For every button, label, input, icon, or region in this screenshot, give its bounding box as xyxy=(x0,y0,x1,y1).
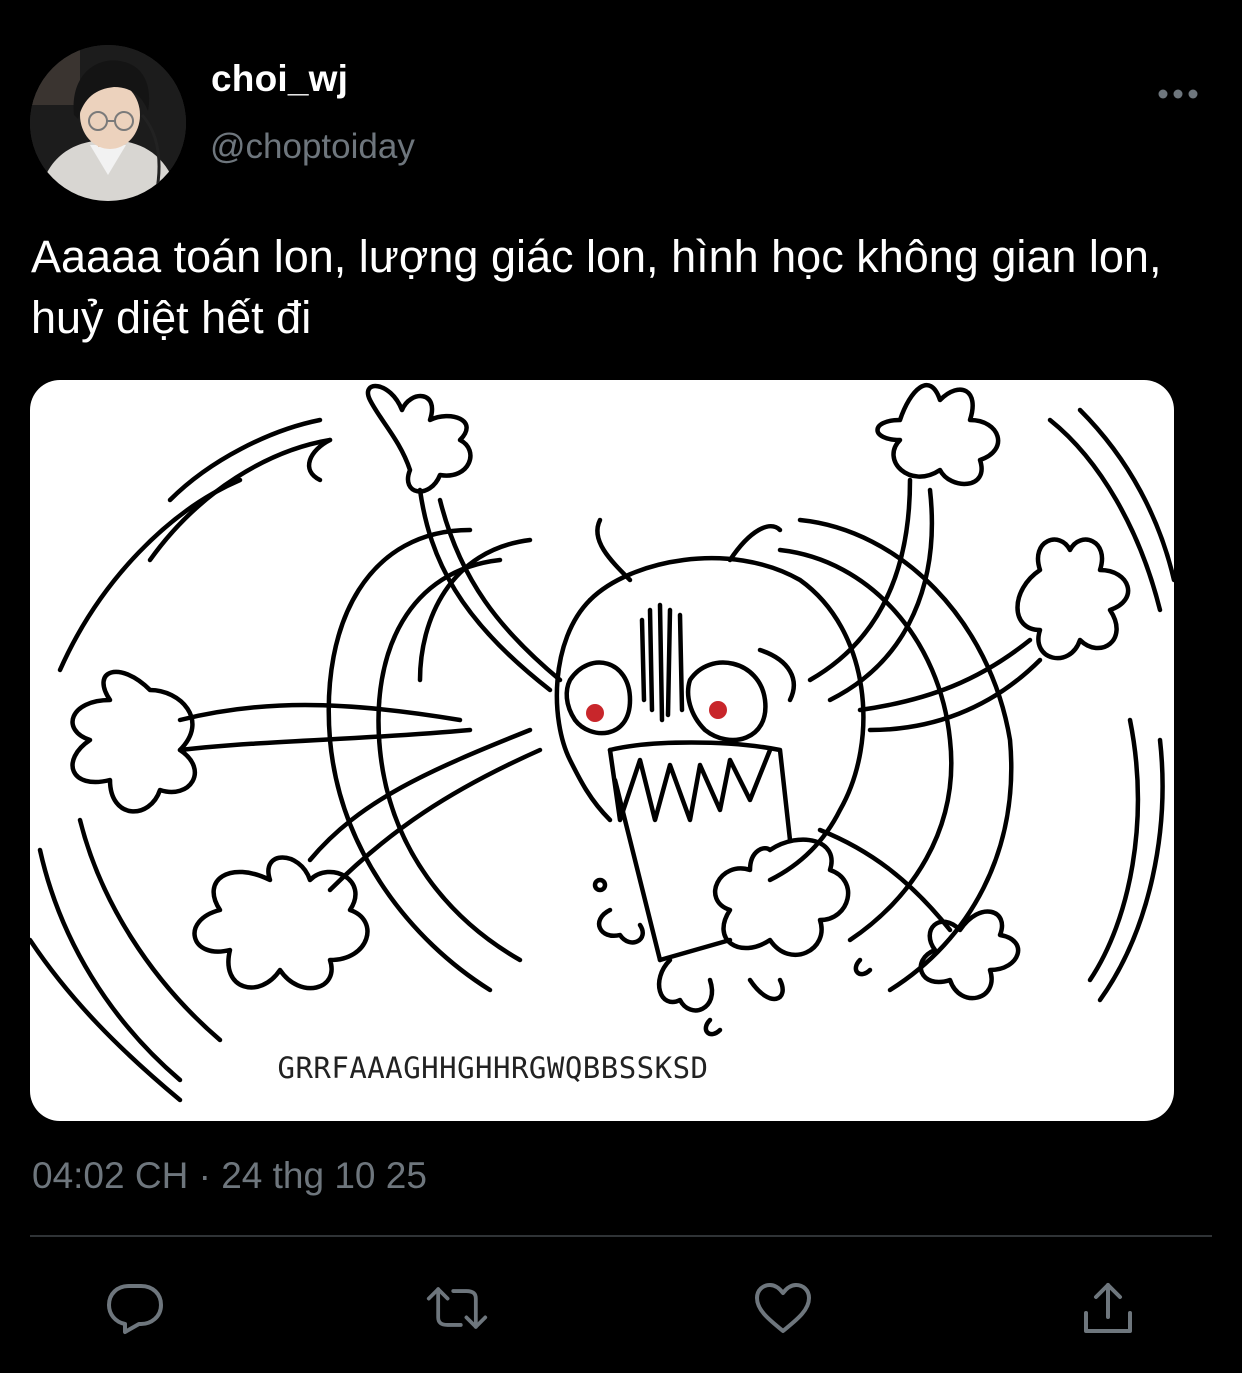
tweet-text: Aaaaa toán lon, lượng giác lon, hình học… xyxy=(31,231,1162,343)
rage-drawing-image: GRRFAAAGHHGHHRGWQBBSSKSD xyxy=(30,383,1174,1103)
share-icon xyxy=(1084,1283,1132,1333)
share-button[interactable] xyxy=(1076,1276,1140,1340)
retweet-button[interactable] xyxy=(425,1276,489,1340)
reply-button[interactable] xyxy=(103,1276,167,1340)
divider xyxy=(30,1235,1212,1237)
retweet-icon xyxy=(426,1287,488,1329)
reply-icon xyxy=(107,1284,163,1334)
author-handle[interactable]: @choptoiday xyxy=(210,127,415,167)
tweet-timestamp[interactable]: 04:02 CH · 24 thg 10 25 xyxy=(32,1155,427,1197)
like-button[interactable] xyxy=(751,1276,815,1340)
avatar-image xyxy=(30,45,186,201)
image-caption-text: GRRFAAAGHHGHHRGWQBBSSKSD xyxy=(277,1051,708,1085)
more-options-button[interactable] xyxy=(1150,72,1206,116)
heart-icon xyxy=(755,1283,811,1333)
more-horizontal-icon xyxy=(1158,89,1198,99)
tweet-image[interactable]: GRRFAAAGHHGHHRGWQBBSSKSD xyxy=(30,380,1174,1121)
author-display-name[interactable]: choi_wj xyxy=(211,58,348,100)
avatar[interactable] xyxy=(30,45,186,201)
